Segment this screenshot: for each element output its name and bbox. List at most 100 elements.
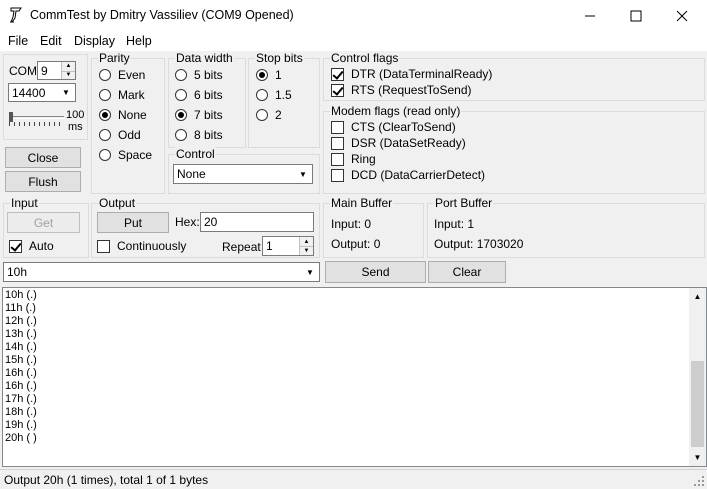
repeat-spinner[interactable]: 1 ▲ ▼ <box>262 236 314 256</box>
log-line: 12h (.) <box>5 315 37 327</box>
port-buffer-input: Input: 1 <box>434 217 475 231</box>
baud-rate-select[interactable]: 14400 ▼ <box>8 83 76 102</box>
auto-check-box[interactable] <box>9 239 22 253</box>
port-buffer-label: Port Buffer <box>434 196 494 210</box>
close-port-button[interactable]: Close <box>5 147 81 168</box>
parity-option-label: Mark <box>118 88 145 102</box>
data_width-option[interactable]: 5 bits <box>175 68 223 82</box>
control-select[interactable]: None ▼ <box>173 164 313 184</box>
modem_flags-item: Ring <box>331 152 376 166</box>
flush-button[interactable]: Flush <box>5 171 81 192</box>
menu-display[interactable]: Display <box>74 34 115 48</box>
stop_bits-radio[interactable] <box>256 69 268 81</box>
title-bar: CommTest by Dmitry Vassiliev (COM9 Opene… <box>0 0 707 31</box>
app-icon <box>10 7 22 23</box>
stop_bits-radio[interactable] <box>256 109 268 121</box>
clear-button[interactable]: Clear <box>428 261 506 283</box>
control_flags-item[interactable]: RTS (RequestToSend) <box>331 83 472 97</box>
parity-option-label: Even <box>118 68 146 82</box>
send-button[interactable]: Send <box>325 261 426 283</box>
get-button[interactable]: Get <box>7 212 80 233</box>
parity-radio[interactable] <box>99 129 111 141</box>
menu-help[interactable]: Help <box>126 34 152 48</box>
data_width-option[interactable]: 6 bits <box>175 88 223 102</box>
modem_flags-item: CTS (ClearToSend) <box>331 120 456 134</box>
menu-file[interactable]: File <box>8 34 28 48</box>
data-width-label: Data width <box>175 51 234 65</box>
minimize-button[interactable] <box>567 0 613 31</box>
parity-radio[interactable] <box>99 149 111 161</box>
data_width-radio[interactable] <box>175 109 187 121</box>
parity-option[interactable]: None <box>99 108 147 122</box>
scrollbar-thumb[interactable] <box>691 361 704 447</box>
parity-radio[interactable] <box>99 69 111 81</box>
log-line: 16h (.) <box>5 367 37 379</box>
close-window-button[interactable] <box>659 0 705 31</box>
control_flags-item[interactable]: DTR (DataTerminalReady) <box>331 67 492 81</box>
modem_flags-checkbox <box>331 152 344 166</box>
data_width-option[interactable]: 7 bits <box>175 108 223 122</box>
parity-option-label: Space <box>118 148 153 162</box>
stop_bits-option[interactable]: 1 <box>256 68 282 82</box>
menu-bar: File Edit Display Help <box>0 31 707 51</box>
menu-edit[interactable]: Edit <box>40 34 62 48</box>
control-label: Control <box>175 147 216 161</box>
stop_bits-option[interactable]: 1.5 <box>256 88 292 102</box>
send-data-combo[interactable]: 10h ▼ <box>3 262 320 282</box>
parity-label: Parity <box>98 51 131 65</box>
continuously-checkbox[interactable]: Continuously <box>97 239 186 253</box>
close-icon <box>676 10 688 21</box>
modem_flags-checkbox <box>331 168 344 182</box>
spin-down-icon[interactable]: ▼ <box>61 70 75 79</box>
output-label: Output <box>98 196 137 210</box>
control_flags-checkbox[interactable] <box>331 83 344 97</box>
modem_flags-item: DSR (DataSetReady) <box>331 136 466 150</box>
timeout-slider[interactable] <box>9 112 64 126</box>
data_width-radio[interactable] <box>175 69 187 81</box>
modem_flags-item-label: DSR (DataSetReady) <box>351 136 466 150</box>
parity-option[interactable]: Space <box>99 148 152 162</box>
log-line: 16h (.) <box>5 380 37 392</box>
stop_bits-radio[interactable] <box>256 89 268 101</box>
parity-option[interactable]: Even <box>99 68 145 82</box>
control_flags-item-label: DTR (DataTerminalReady) <box>351 67 493 81</box>
parity-radio[interactable] <box>99 109 111 121</box>
modem_flags-checkbox <box>331 136 344 150</box>
data_width-radio[interactable] <box>175 89 187 101</box>
data_width-option[interactable]: 8 bits <box>175 128 223 142</box>
parity-option[interactable]: Odd <box>99 128 141 142</box>
output-log[interactable]: 10h (.) 11h (.) 12h (.) 13h (.) 14h (.) 15h (… <box>2 287 707 467</box>
chevron-down-icon: ▼ <box>306 267 314 277</box>
put-button[interactable]: Put <box>97 212 169 233</box>
parity-option[interactable]: Mark <box>99 88 145 102</box>
status-text: Output 20h (1 times), total 1 of 1 bytes <box>4 473 209 487</box>
parity-radio[interactable] <box>99 89 111 101</box>
scroll-up-icon[interactable]: ▲ <box>689 288 706 305</box>
scroll-down-icon[interactable]: ▼ <box>689 449 706 466</box>
log-line: 13h (.) <box>5 328 37 340</box>
continuously-check-box[interactable] <box>97 239 110 253</box>
maximize-button[interactable] <box>613 0 659 31</box>
chevron-down-icon: ▼ <box>62 88 70 97</box>
data_width-radio[interactable] <box>175 129 187 141</box>
main-buffer-output: Output: 0 <box>331 237 381 251</box>
stop_bits-option[interactable]: 2 <box>256 108 282 122</box>
log-line: 20h ( ) <box>5 432 37 444</box>
control-flags-label: Control flags <box>330 51 400 65</box>
modem_flags-item-label: DCD (DataCarrierDetect) <box>351 168 486 182</box>
modem_flags-item: DCD (DataCarrierDetect) <box>331 168 485 182</box>
port-buffer-output: Output: 1703020 <box>434 237 524 251</box>
control_flags-checkbox[interactable] <box>331 67 344 81</box>
auto-checkbox[interactable]: Auto <box>9 239 54 253</box>
hex-value: 20 <box>204 215 218 229</box>
hex-input[interactable]: 20 <box>200 212 314 232</box>
parity-option-label: None <box>118 108 147 122</box>
baud-rate-value: 14400 <box>12 85 46 100</box>
com-port-spinner[interactable]: 9 ▲ ▼ <box>37 61 76 80</box>
data_width-option-label: 7 bits <box>194 108 223 122</box>
resize-grip-icon[interactable] <box>693 475 705 487</box>
vertical-scrollbar[interactable]: ▲ ▼ <box>689 288 706 466</box>
spin-up-icon[interactable]: ▲ <box>299 237 313 246</box>
spin-up-icon[interactable]: ▲ <box>61 62 75 71</box>
spin-down-icon[interactable]: ▼ <box>299 246 313 255</box>
